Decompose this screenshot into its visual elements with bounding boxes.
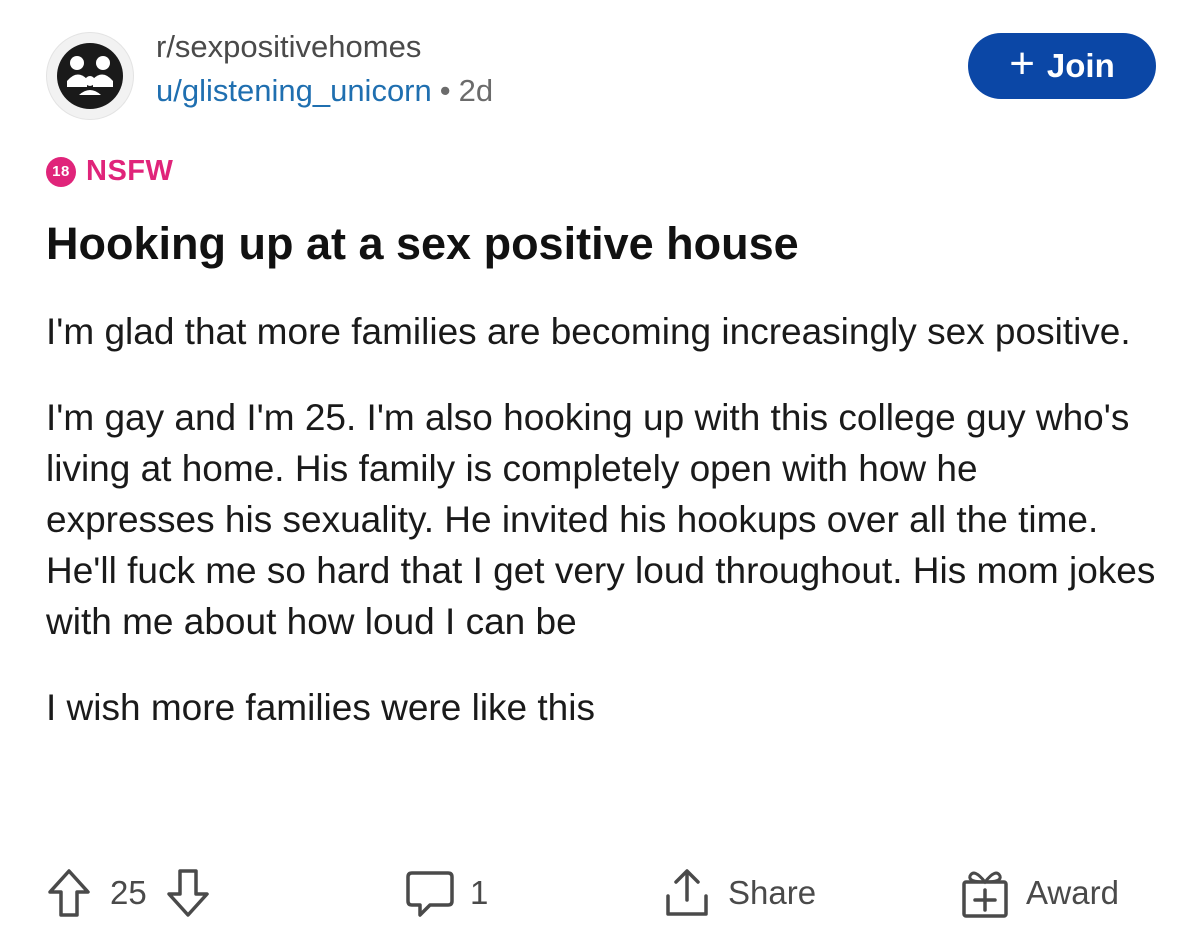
share-arrow-icon	[666, 869, 708, 916]
plus-icon: +	[1009, 39, 1035, 88]
downvote-arrow-icon[interactable]	[165, 867, 211, 919]
body-paragraph: I'm glad that more families are becoming…	[46, 311, 1131, 352]
join-label: Join	[1046, 47, 1115, 84]
share-label: Share	[728, 874, 817, 911]
comments-button[interactable]: 1	[404, 858, 488, 928]
award-label: Award	[1026, 874, 1119, 911]
upvote-arrow-icon[interactable]	[46, 867, 92, 919]
vote-group: 25	[46, 858, 211, 928]
meta-separator: •	[439, 73, 451, 108]
share-button[interactable]: Share	[660, 858, 816, 928]
action-bar: 25 1 Share Award	[46, 858, 1156, 928]
body-paragraph: I'm gay and I'm 25. I'm also hooking up …	[46, 397, 1156, 642]
vote-count: 25	[110, 874, 147, 911]
nsfw-label: NSFW	[86, 155, 174, 187]
post-header: r/sexpositivehomes u/glistening_unicorn •…	[46, 24, 1156, 120]
post-body: I'm glad that more families are becoming…	[46, 306, 1156, 768]
subreddit-avatar[interactable]	[46, 32, 134, 120]
gift-icon	[962, 871, 1008, 918]
family-icon	[57, 43, 123, 109]
subreddit-name[interactable]: r/sexpositivehomes	[156, 28, 493, 68]
author-line: u/glistening_unicorn • 2d	[156, 72, 493, 110]
author-username[interactable]: u/glistening_unicorn	[156, 73, 432, 108]
post-age: 2d	[458, 73, 494, 108]
post-meta: r/sexpositivehomes u/glistening_unicorn •…	[156, 28, 493, 110]
nsfw-18-icon: 18	[46, 156, 76, 187]
comment-count: 1	[470, 874, 489, 911]
award-button[interactable]: Award	[958, 858, 1119, 928]
comment-bubble-icon	[406, 871, 454, 917]
post-title[interactable]: Hooking up at a sex positive house	[46, 215, 1156, 273]
join-button[interactable]: + Join	[968, 33, 1156, 99]
body-paragraph: I wish more families were like this	[46, 687, 595, 728]
nsfw-tag: 18 NSFW	[46, 155, 173, 188]
